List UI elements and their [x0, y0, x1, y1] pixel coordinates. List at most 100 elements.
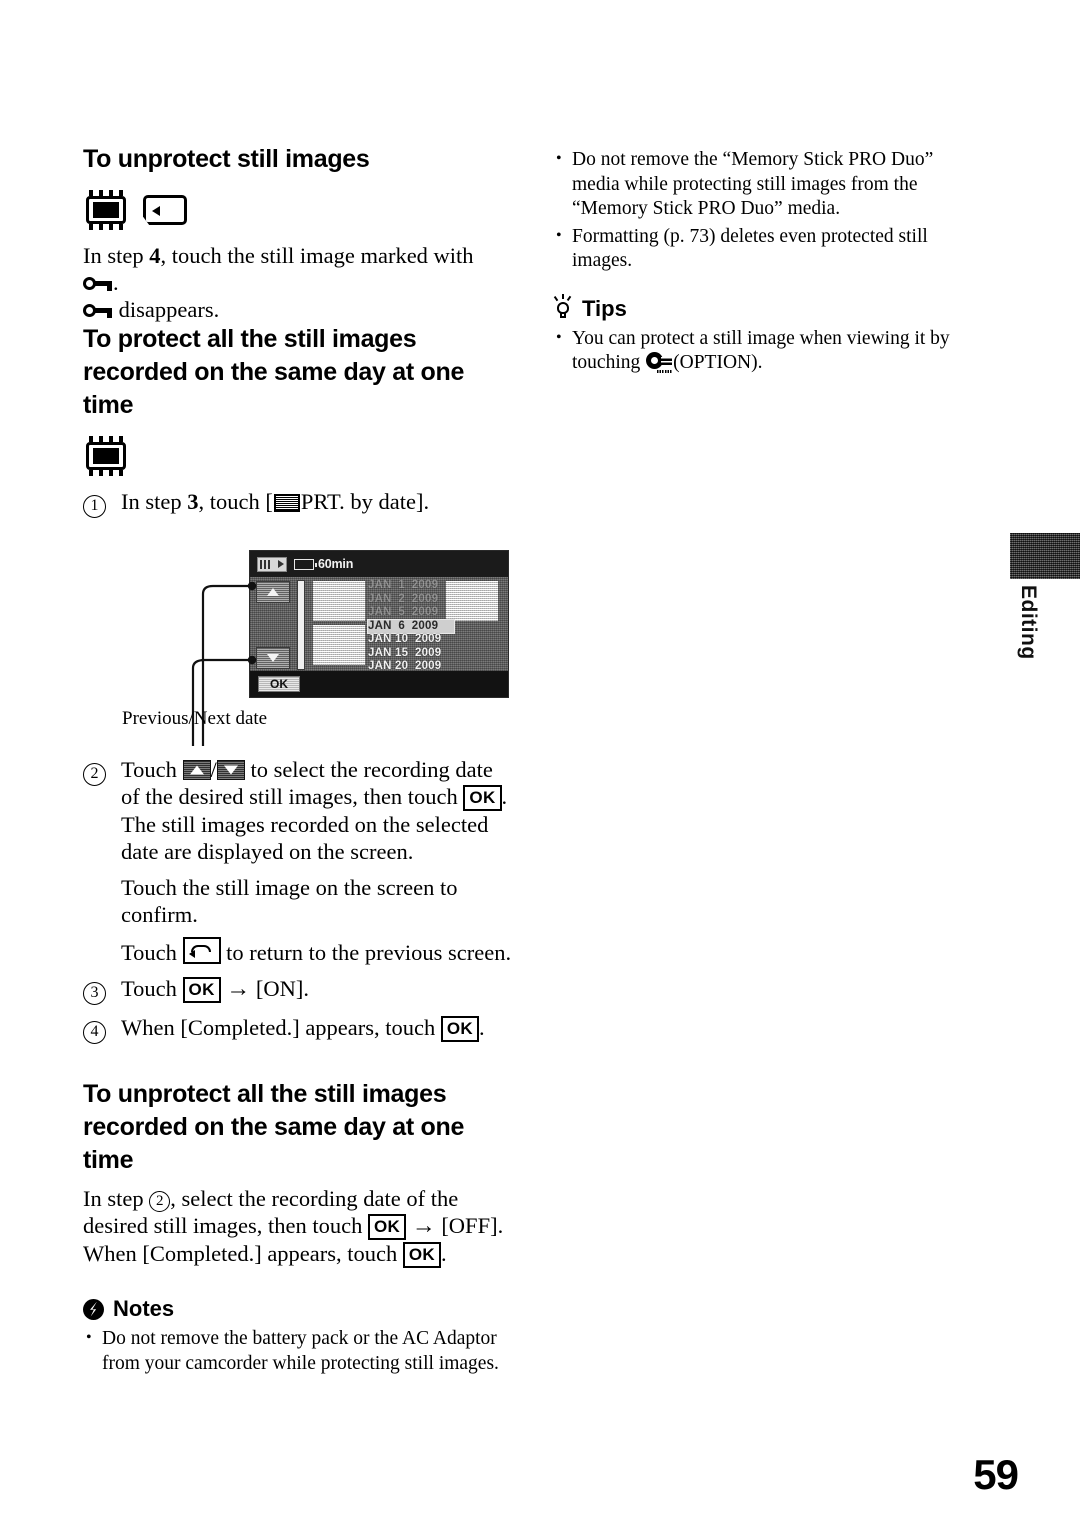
circled-number: 2	[149, 1191, 171, 1212]
list-item: Do not remove the “Memory Stick PRO Duo”…	[553, 147, 983, 222]
step1-bold-num: 3	[187, 489, 199, 514]
step2-paragraph-4: Touch to return to the previous screen.	[83, 937, 515, 966]
ok-button-icon: OK	[182, 977, 221, 1003]
scrollbar[interactable]	[297, 580, 305, 670]
step-item-4: 4 When [Completed.] appears, touch OK.	[83, 1014, 515, 1044]
step-marker: 4	[83, 1014, 121, 1044]
lcd-screen: 60min JAN 1 2009 JAN 2 2009 JAN 5 2009 J…	[249, 550, 509, 698]
section1-step-num: 4	[149, 243, 161, 268]
list-item: Do not remove the battery pack or the AC…	[83, 1326, 515, 1376]
protect-key-icon	[83, 275, 113, 292]
step2-touch-label: Touch	[121, 757, 183, 782]
step-item-2: 2 Touch / to select the recording date o…	[83, 756, 515, 811]
step-marker-spacer	[83, 811, 121, 865]
step-item-1: 1 In step 3, touch [PRT. by date].	[83, 488, 515, 518]
ok-button-icon: OK	[463, 785, 502, 811]
lcd-content-area: JAN 1 2009 JAN 2 2009 JAN 5 2009 JAN 6 2…	[250, 577, 508, 673]
step-marker: 1	[83, 488, 121, 518]
previous-date-button[interactable]	[256, 581, 290, 603]
section1-text-pre: In step	[83, 243, 150, 268]
media-icon-row-2	[83, 436, 515, 476]
return-button-icon	[182, 937, 221, 964]
notes-block: Notes Do not remove the battery pack or …	[83, 1296, 515, 1376]
page-number: 59	[973, 1451, 1019, 1498]
step-text: Touch / to select the recording date of …	[121, 756, 515, 811]
circled-number: 3	[83, 982, 106, 1005]
ok-button-icon: OK	[440, 1016, 479, 1042]
tips-title: Tips	[582, 295, 627, 321]
next-date-button[interactable]	[256, 647, 290, 669]
section1-disappears-text: disappears.	[113, 297, 220, 322]
notes-continued-list: Do not remove the “Memory Stick PRO Duo”…	[553, 147, 983, 274]
step-marker-spacer	[83, 874, 121, 928]
section1-paragraph: In step 4, touch the still image marked …	[83, 242, 515, 323]
protect-key-icon	[83, 302, 113, 319]
media-icon-row-1	[83, 190, 515, 230]
step-text: Touch OK → [ON].	[121, 975, 515, 1005]
lcd-ok-button[interactable]: OK	[258, 676, 300, 692]
thumbnail-image[interactable]	[313, 625, 365, 665]
step2-return-text: Touch to return to the previous screen.	[121, 937, 515, 966]
recording-date-list[interactable]: JAN 1 2009 JAN 2 2009 JAN 5 2009 JAN 6 2…	[368, 579, 454, 674]
step2-period: .	[501, 784, 508, 809]
notes-title: Notes	[113, 1296, 175, 1321]
step-marker: 2	[83, 756, 121, 811]
heading-protect-all-same-day: To protect all the still images recorded…	[83, 323, 515, 422]
lcd-caption: Previous/Next date	[122, 708, 268, 729]
notes-exclamation-icon	[83, 1298, 104, 1320]
step2-confirm-text: Touch the still image on the screen to c…	[121, 875, 458, 927]
memory-chip-icon	[83, 190, 129, 230]
ok-button-icon: OK	[402, 1242, 441, 1268]
heading-unprotect-still-images: To unprotect still images	[83, 145, 370, 173]
section1-period: .	[113, 270, 119, 295]
step1-post: PRT. by date].	[300, 489, 430, 514]
step2-paragraph-3: Touch the still image on the screen to c…	[83, 874, 515, 928]
tips-heading: Tips	[553, 294, 983, 322]
chapter-tab-label: Editing	[1017, 585, 1040, 660]
memory-chip-icon	[83, 436, 129, 476]
circled-number: 4	[83, 1021, 106, 1044]
heading-line-2: recorded on the same day at one time	[83, 358, 465, 419]
step2-return-post: to return to the previous screen.	[220, 940, 512, 965]
date-list-item[interactable]: JAN 5 2009	[368, 606, 454, 620]
tips-list: You can protect a still image when viewi…	[553, 326, 983, 376]
date-list-item-selected[interactable]: JAN 6 2009	[368, 619, 454, 633]
section3-pre: In step	[83, 1186, 150, 1211]
circled-number: 2	[83, 763, 106, 786]
lcd-footer-bar: OK	[250, 671, 508, 697]
chapter-tab-marker	[1010, 533, 1080, 579]
date-list-item[interactable]: JAN 15 2009	[368, 647, 454, 661]
section3-paragraph: In step 2, select the recording date of …	[83, 1185, 515, 1268]
right-arrow-icon: →	[226, 976, 251, 1002]
step2-note-text: The still images recorded on the selecte…	[121, 812, 489, 864]
step3-pre: Touch	[121, 976, 183, 1001]
date-list-item[interactable]: JAN 2 2009	[368, 593, 454, 607]
down-arrow-button-icon	[216, 760, 245, 780]
step-marker: 3	[83, 975, 121, 1005]
battery-time-label: 60min	[318, 557, 354, 571]
step4-post: .	[479, 1015, 485, 1040]
battery-icon	[294, 558, 317, 570]
date-nav-buttons	[256, 581, 290, 669]
battery-indicator: 60min	[294, 557, 353, 571]
step4-pre: When [Completed.] appears, touch	[121, 1015, 441, 1040]
section1-text-post: , touch the still image marked with	[160, 243, 474, 268]
thumbnail-image[interactable]	[313, 581, 365, 621]
notes-list: Do not remove the battery pack or the AC…	[83, 1326, 515, 1376]
heading-line-2: recorded on the same day at one time	[83, 1113, 465, 1174]
step-text: In step 3, touch [PRT. by date].	[121, 488, 515, 518]
section3-period: .	[441, 1241, 447, 1266]
circled-number: 1	[83, 495, 106, 518]
step1-mid: , touch [	[198, 489, 273, 514]
step2-paragraph-2: The still images recorded on the selecte…	[83, 811, 515, 865]
camera-lcd-illustration: 60min JAN 1 2009 JAN 2 2009 JAN 5 2009 J…	[191, 550, 509, 746]
heading-unprotect-all-same-day: To unprotect all the still images record…	[83, 1078, 515, 1177]
date-list-item[interactable]: JAN 10 2009	[368, 633, 454, 647]
step-marker-spacer	[83, 937, 121, 966]
step3-post: [ON].	[250, 976, 310, 1001]
heading-line-1: To protect all the still images	[83, 325, 417, 353]
step-text: When [Completed.] appears, touch OK.	[121, 1014, 515, 1044]
step-item-3: 3 Touch OK → [ON].	[83, 975, 515, 1005]
up-arrow-button-icon	[182, 760, 211, 780]
date-list-item[interactable]: JAN 1 2009	[368, 579, 454, 593]
